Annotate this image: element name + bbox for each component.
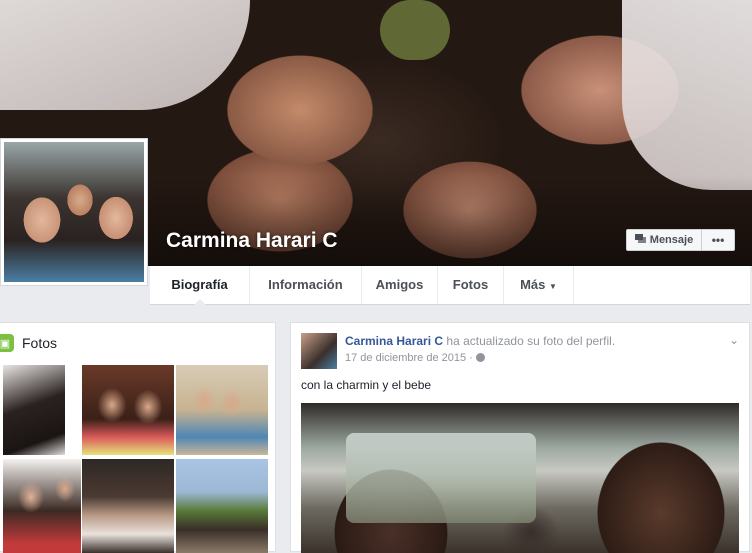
photo-thumbnail[interactable] (176, 365, 268, 455)
caret-down-icon: ▼ (549, 282, 557, 291)
cover-detail (622, 0, 752, 190)
post-author-link[interactable]: Carmina Harari C (345, 334, 443, 348)
message-button[interactable]: Mensaje (626, 229, 702, 251)
cover-detail (380, 0, 450, 60)
tab-mas[interactable]: Más ▼ (504, 266, 574, 304)
tab-amigos[interactable]: Amigos (362, 266, 438, 304)
tab-biografia[interactable]: Biografía (150, 266, 250, 305)
message-button-label: Mensaje (649, 234, 694, 246)
post-header: Carmina Harari C ha actualizado su foto … (345, 334, 615, 348)
photo-thumbnail[interactable] (3, 365, 65, 455)
more-options-button[interactable]: ••• (702, 229, 735, 251)
post-image-detail (346, 433, 536, 523)
tab-label: Información (268, 277, 343, 292)
tab-label: Fotos (452, 277, 489, 292)
tab-label: Más (520, 277, 546, 292)
chevron-down-icon[interactable]: ⌄ (729, 333, 739, 347)
tab-label: Biografía (171, 277, 228, 292)
tab-label: Amigos (375, 277, 424, 292)
photos-card: ▣ Fotos (0, 322, 276, 553)
feed-post: Carmina Harari C ha actualizado su foto … (290, 322, 750, 553)
photo-thumbnail[interactable] (82, 365, 174, 455)
message-icon (634, 234, 646, 246)
post-text: con la charmin y el bebe (301, 378, 432, 392)
tab-informacion[interactable]: Información (250, 266, 362, 304)
photos-icon: ▣ (0, 334, 14, 352)
profile-nav: Biografía Información Amigos Fotos Más ▼ (150, 266, 750, 305)
profile-name[interactable]: Carmina Harari C (166, 229, 338, 253)
post-image[interactable] (301, 403, 739, 553)
post-timestamp[interactable]: 17 de diciembre de 2015 · (345, 352, 485, 364)
photo-thumbnail[interactable] (176, 459, 268, 553)
post-date-text: 17 de diciembre de 2015 · (345, 352, 473, 364)
photo-thumbnail[interactable] (3, 459, 81, 553)
cover-detail (0, 0, 250, 110)
photos-card-title[interactable]: Fotos (22, 335, 57, 351)
profile-picture-image (4, 142, 144, 282)
post-action-text: ha actualizado su foto del perfil. (446, 334, 616, 348)
profile-picture[interactable] (0, 138, 148, 286)
photo-thumbnail[interactable] (82, 459, 174, 553)
photos-card-header: ▣ Fotos (0, 333, 57, 353)
tab-fotos[interactable]: Fotos (438, 266, 504, 304)
globe-icon (475, 353, 485, 362)
avatar[interactable] (301, 333, 337, 369)
